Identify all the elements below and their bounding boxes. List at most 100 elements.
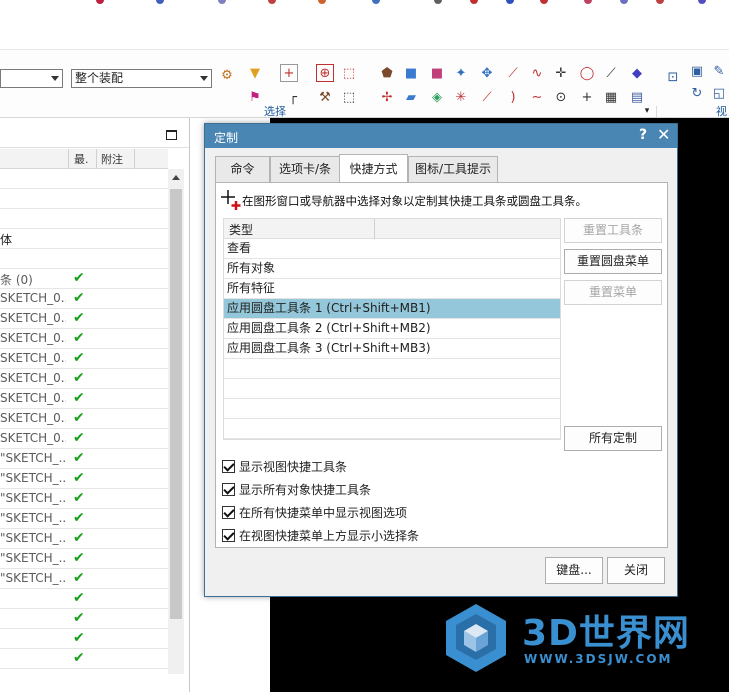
navigator-row[interactable]: [0, 249, 168, 269]
solid-body-icon[interactable]: ■: [402, 64, 420, 82]
circle-icon[interactable]: ◯: [578, 64, 596, 82]
checkbox-checked-icon[interactable]: [222, 506, 235, 519]
filter-icon[interactable]: ▼: [246, 64, 264, 82]
navigator-row[interactable]: ✔: [0, 649, 168, 669]
navigator-row[interactable]: [0, 169, 168, 189]
column-note[interactable]: 附注: [101, 151, 123, 167]
toolbar-icon[interactable]: [372, 0, 380, 4]
scroll-up-icon[interactable]: [172, 175, 180, 180]
checkbox-checked-icon[interactable]: [222, 529, 235, 542]
navigator-row[interactable]: "SKETCH_... ✔: [0, 509, 168, 529]
list-item[interactable]: 应用圆盘工具条 2 (Ctrl+Shift+MB2): [224, 319, 560, 339]
navigator-row[interactable]: SKETCH_0... ✔: [0, 289, 168, 309]
spline-icon[interactable]: ∿: [528, 64, 546, 82]
navigator-row[interactable]: SKETCH_0... ✔: [0, 349, 168, 369]
toolbar-icon[interactable]: [540, 0, 548, 4]
navigator-row[interactable]: SKETCH_0... ✔: [0, 369, 168, 389]
list-item[interactable]: [224, 399, 560, 419]
navigator-row[interactable]: 体: [0, 229, 168, 249]
vertex-icon[interactable]: ✦: [452, 64, 470, 82]
navigator-row[interactable]: "SKETCH_... ✔: [0, 469, 168, 489]
toolbar-icon[interactable]: [156, 0, 164, 4]
navigator-row[interactable]: [0, 189, 168, 209]
toolbar-icon[interactable]: [218, 0, 226, 4]
navigator-row[interactable]: [0, 209, 168, 229]
list-item[interactable]: [224, 419, 560, 439]
navigator-row[interactable]: SKETCH_0... ✔: [0, 409, 168, 429]
wave-icon[interactable]: ∼: [528, 88, 546, 106]
assembly-scope-combo[interactable]: 整个装配: [71, 69, 212, 88]
navigator-row[interactable]: SKETCH_0... ✔: [0, 389, 168, 409]
navigator-row[interactable]: 条 (0) ✔: [0, 269, 168, 289]
checkbox-checked-icon[interactable]: [222, 483, 235, 496]
navigator-row[interactable]: SKETCH_0... ✔: [0, 429, 168, 449]
toolbar-icon[interactable]: [584, 0, 592, 4]
lasso-select-icon[interactable]: ⬚: [340, 64, 358, 82]
zoom-icon[interactable]: ⊡: [664, 68, 682, 86]
checkbox-checked-icon[interactable]: [222, 460, 235, 473]
navigator-row[interactable]: SKETCH_0... ✔: [0, 329, 168, 349]
shortcut-type-list[interactable]: 类型 查看 所有对象 所有特征 应用圆盘工具条 1 (Ctrl+Shift+MB1) 应…: [223, 218, 561, 440]
list-item[interactable]: 查看: [224, 239, 560, 259]
grid-icon[interactable]: ▦: [602, 88, 620, 106]
pen-icon[interactable]: ✎: [710, 62, 728, 80]
toolbar-icon[interactable]: [318, 0, 326, 4]
navigator-row[interactable]: "SKETCH_... ✔: [0, 449, 168, 469]
toolbar-icon[interactable]: [506, 0, 514, 4]
tab-icons-tooltips[interactable]: 图标/工具提示: [408, 156, 498, 182]
scroll-thumb[interactable]: [170, 189, 182, 619]
navigator-row[interactable]: "SKETCH_... ✔: [0, 529, 168, 549]
list-item[interactable]: [224, 359, 560, 379]
all-customizations-button[interactable]: 所有定制: [564, 426, 662, 451]
navigator-row[interactable]: "SKETCH_... ✔: [0, 549, 168, 569]
tab-tabs-bars[interactable]: 选项卡/条: [270, 156, 340, 182]
center-point-icon[interactable]: ⊕: [316, 64, 334, 82]
line-icon[interactable]: ⟋: [504, 64, 522, 82]
navigator-row[interactable]: "SKETCH_... ✔: [0, 569, 168, 589]
select-settings-icon[interactable]: ⚙: [218, 66, 236, 84]
eraser-icon[interactable]: ⬟: [378, 64, 396, 82]
curve-icon[interactable]: ): [504, 88, 522, 106]
maximize-icon[interactable]: [166, 130, 177, 140]
help-icon[interactable]: ?: [639, 127, 647, 143]
toolbar-icon[interactable]: [268, 0, 276, 4]
type-filter-combo[interactable]: [0, 69, 63, 88]
face-icon[interactable]: ■: [428, 64, 446, 82]
reset-menu-button[interactable]: 重置菜单: [564, 280, 662, 305]
tab-shortcuts[interactable]: 快捷方式: [339, 154, 408, 182]
keyboard-button[interactable]: 键盘...: [545, 557, 603, 584]
column-latest[interactable]: 最.: [74, 151, 89, 167]
toolbar-icon[interactable]: [620, 0, 628, 4]
close-button[interactable]: 关闭: [607, 557, 665, 584]
view-orient-icon[interactable]: ◱: [710, 84, 728, 102]
tab-commands[interactable]: 命令: [215, 156, 270, 182]
tree-icon[interactable]: ┌: [284, 88, 302, 106]
toolbar-icon[interactable]: [96, 0, 104, 4]
snap-point-icon[interactable]: +: [280, 64, 298, 82]
navigator-row[interactable]: ✔: [0, 629, 168, 649]
toolbar-icon[interactable]: [698, 0, 706, 4]
intersection-icon[interactable]: ✛: [552, 64, 570, 82]
target-icon[interactable]: ⊙: [552, 88, 570, 106]
list-item[interactable]: 所有特征: [224, 279, 560, 299]
list-item[interactable]: [224, 379, 560, 399]
palette-icon[interactable]: ◆: [628, 64, 646, 82]
navigator-row[interactable]: SKETCH_0... ✔: [0, 309, 168, 329]
arc-line-icon[interactable]: ⟋: [478, 88, 496, 106]
hammer-icon[interactable]: ⚒: [316, 88, 334, 106]
list-item[interactable]: 所有对象: [224, 259, 560, 279]
box-select-icon[interactable]: ⬚: [340, 88, 358, 106]
dialog-titlebar[interactable]: 定制 ? ✕: [205, 124, 677, 148]
view-icon[interactable]: ▣: [688, 62, 706, 80]
plus-icon[interactable]: +: [578, 88, 596, 106]
component-icon[interactable]: ✥: [478, 64, 496, 82]
navigator-row[interactable]: "SKETCH_... ✔: [0, 489, 168, 509]
toolbar-icon[interactable]: [434, 0, 442, 4]
close-icon[interactable]: ✕: [657, 125, 670, 144]
navigator-row[interactable]: ✔: [0, 589, 168, 609]
slash-icon[interactable]: ⟋: [602, 64, 620, 82]
list-item[interactable]: 应用圆盘工具条 1 (Ctrl+Shift+MB1): [224, 299, 560, 319]
crosshair-icon[interactable]: ✢: [378, 88, 396, 106]
reset-radial-menu-button[interactable]: 重置圆盘菜单: [564, 249, 662, 274]
rotate-icon[interactable]: ↻: [688, 84, 706, 102]
